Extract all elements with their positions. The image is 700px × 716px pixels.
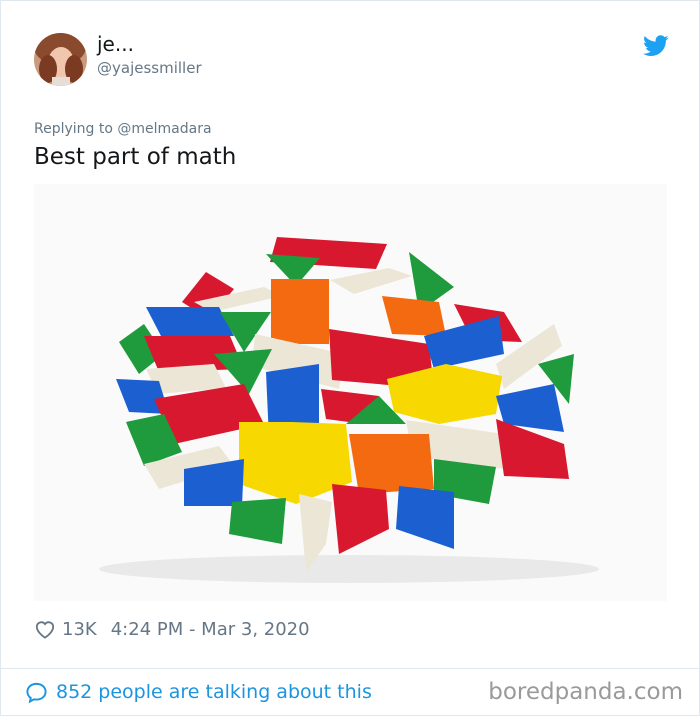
speech-bubble-icon: [26, 682, 47, 703]
heart-icon[interactable]: [34, 619, 56, 639]
avatar[interactable]: [34, 33, 87, 86]
twitter-bird-icon[interactable]: [643, 35, 669, 57]
tweet-timestamp[interactable]: 4:24 PM - Mar 3, 2020: [111, 619, 310, 640]
tweet-card: je... @yajessmiller Replying to @melmada…: [0, 0, 700, 716]
tweet-image[interactable]: [34, 184, 667, 601]
user-handle[interactable]: @yajessmiller: [97, 59, 202, 77]
display-name[interactable]: je...: [97, 32, 134, 56]
like-count[interactable]: 13K: [62, 619, 97, 640]
tweet-meta: 13K 4:24 PM - Mar 3, 2020: [34, 616, 310, 642]
watermark: boredpanda.com: [488, 679, 683, 705]
divider: [1, 668, 699, 669]
tweet-text: Best part of math: [34, 144, 237, 170]
replying-to[interactable]: Replying to @melmadara: [34, 121, 212, 137]
conversation-label: 852 people are talking about this: [56, 681, 372, 703]
conversation-link[interactable]: 852 people are talking about this: [25, 679, 372, 705]
